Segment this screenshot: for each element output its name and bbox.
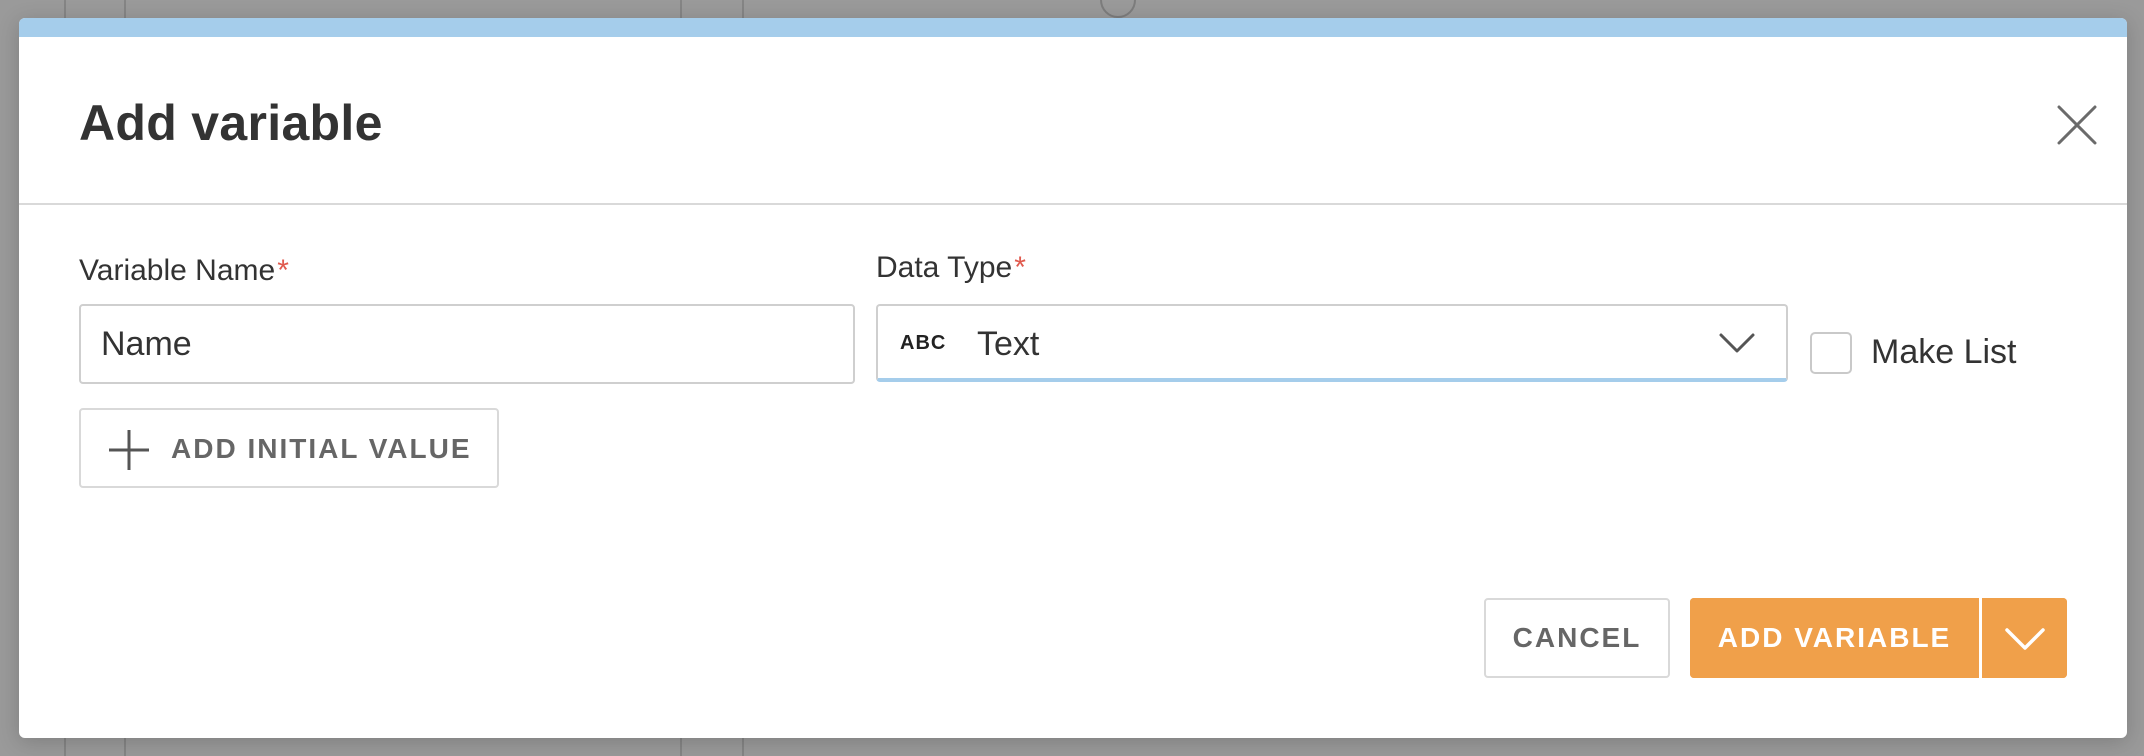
- text-type-icon: ABC: [900, 332, 947, 354]
- add-variable-split-button: ADD VARIABLE: [1690, 598, 2067, 678]
- add-variable-button[interactable]: ADD VARIABLE: [1690, 598, 1979, 678]
- required-mark: *: [1014, 251, 1026, 284]
- background-circle: [1100, 0, 1136, 18]
- close-button[interactable]: [2053, 101, 2101, 149]
- chevron-down-icon: [2005, 628, 2045, 650]
- variable-name-label: Variable Name*: [79, 253, 289, 289]
- make-list-label[interactable]: Make List: [1871, 332, 2017, 372]
- dialog-header: Add variable: [19, 37, 2127, 205]
- add-initial-value-button[interactable]: ADD INITIAL VALUE: [79, 408, 499, 488]
- add-variable-dialog: Add variable Variable Name* Data Type* A…: [19, 18, 2127, 738]
- variable-name-input[interactable]: [79, 304, 855, 384]
- data-type-label: Data Type*: [876, 250, 1026, 286]
- variable-name-label-text: Variable Name: [79, 254, 276, 287]
- data-type-selected-value: Text: [977, 325, 1040, 363]
- close-icon: [2057, 105, 2097, 145]
- add-initial-value-label: ADD INITIAL VALUE: [171, 433, 472, 464]
- chevron-down-icon: [1719, 333, 1755, 353]
- plus-icon: [109, 430, 149, 470]
- data-type-select[interactable]: ABC Text: [876, 304, 1788, 382]
- dialog-top-bar: [19, 18, 2127, 37]
- data-type-label-text: Data Type: [876, 251, 1013, 284]
- cancel-button[interactable]: CANCEL: [1484, 598, 1670, 678]
- make-list-checkbox[interactable]: [1810, 332, 1852, 374]
- dialog-title: Add variable: [79, 95, 383, 151]
- add-variable-options-button[interactable]: [1982, 598, 2067, 678]
- required-mark: *: [277, 254, 289, 287]
